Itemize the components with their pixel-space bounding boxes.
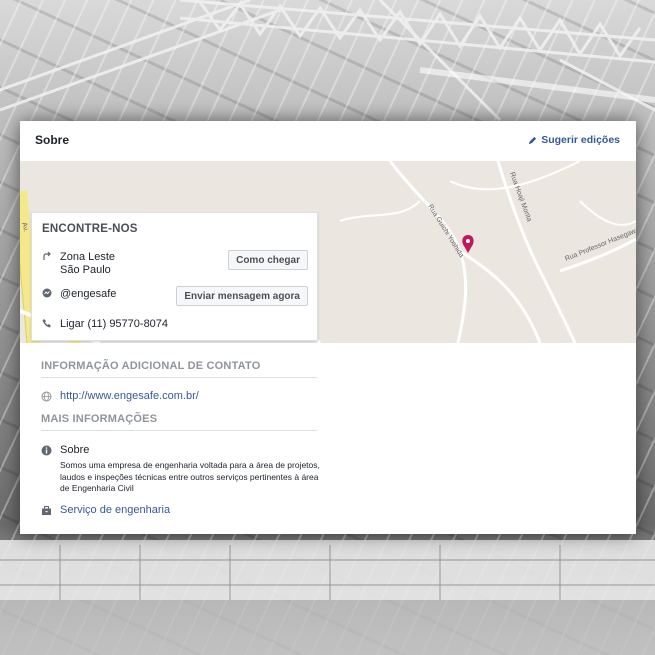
suggest-edits-label: Sugerir edições xyxy=(541,134,620,146)
messenger-icon xyxy=(42,288,53,300)
send-message-button[interactable]: Enviar mensagem agora xyxy=(176,286,308,306)
phone-row[interactable]: Ligar (11) 95770-8074 xyxy=(42,318,168,330)
messenger-row: @engesafe xyxy=(42,288,116,300)
find-us-title: ENCONTRE-NOS xyxy=(42,223,138,235)
card-title: Sobre xyxy=(35,133,70,147)
about-row: Sobre Somos uma empresa de engenharia vo… xyxy=(41,444,320,495)
more-info-section: MAIS INFORMAÇÕES xyxy=(41,413,317,431)
contact-info-section: INFORMAÇÃO ADICIONAL DE CONTATO xyxy=(41,360,317,378)
location-map[interactable]: Rua Guichi Yoshida Rua Hoaji Morita Rua … xyxy=(20,161,636,343)
about-card: Sobre Sugerir edições Rua Guichi Yoshida… xyxy=(20,121,636,534)
about-block: Sobre Somos uma empresa de engenharia vo… xyxy=(60,444,320,495)
card-header: Sobre Sugerir edições xyxy=(20,121,636,159)
globe-icon xyxy=(41,391,52,402)
contact-info-title: INFORMAÇÃO ADICIONAL DE CONTATO xyxy=(41,360,317,378)
website-link[interactable]: http://www.engesafe.com.br/ xyxy=(60,390,199,402)
category-row[interactable]: Serviço de engenharia xyxy=(41,504,170,516)
find-us-box: ENCONTRE-NOS Zona Leste São Paulo Como c… xyxy=(31,212,318,341)
category-link[interactable]: Serviço de engenharia xyxy=(60,504,170,516)
more-info-title: MAIS INFORMAÇÕES xyxy=(41,413,317,431)
about-label: Sobre xyxy=(60,444,90,456)
about-description: Somos uma empresa de engenharia voltada … xyxy=(60,460,320,493)
briefcase-icon xyxy=(41,505,52,516)
address-row: Zona Leste São Paulo xyxy=(42,251,115,277)
website-row[interactable]: http://www.engesafe.com.br/ xyxy=(41,390,199,402)
phone-icon xyxy=(42,319,53,330)
suggest-edits-link[interactable]: Sugerir edições xyxy=(528,134,620,146)
address-line2: São Paulo xyxy=(60,264,111,276)
directions-button[interactable]: Como chegar xyxy=(228,250,308,270)
directions-arrow-icon xyxy=(42,251,53,263)
info-icon xyxy=(41,445,52,456)
messenger-handle[interactable]: @engesafe xyxy=(60,288,116,300)
pencil-icon xyxy=(529,136,537,144)
address-line1: Zona Leste xyxy=(60,251,116,263)
phone-label: Ligar (11) 95770-8074 xyxy=(60,318,169,330)
address-text: Zona Leste São Paulo xyxy=(60,251,115,277)
